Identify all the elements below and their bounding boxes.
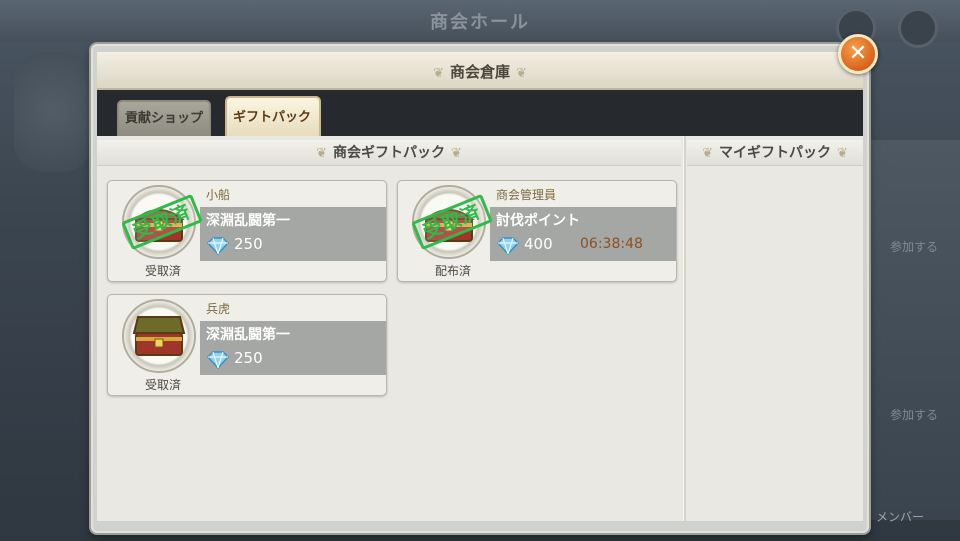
- card-name: 深淵乱闘第一: [206, 327, 290, 343]
- background-crest: [14, 52, 92, 172]
- card-amount: 250: [234, 235, 263, 253]
- card-sender: 小船: [206, 188, 231, 202]
- close-icon: ✕: [848, 41, 868, 66]
- laurel-left-icon: ❦: [702, 146, 713, 161]
- card-status: 受取済: [144, 378, 181, 392]
- diamond-icon: [206, 351, 230, 369]
- background-member-label: メンバー: [876, 510, 925, 524]
- dialog-title: 商会倉庫: [449, 63, 510, 81]
- dialog-title-row: ❦ 商会倉庫 ❦: [97, 61, 863, 82]
- close-button[interactable]: ✕: [838, 34, 878, 74]
- gift-pack-card[interactable]: 受取済 小船 深淵乱闘第一 250 受取済: [107, 180, 387, 282]
- laurel-left-icon: ❦: [316, 146, 327, 161]
- tab-gift-pack-storage[interactable]: ギフトパック倉庫: [225, 96, 321, 165]
- diamond-icon: [206, 237, 230, 255]
- background-side-panel: 参加する 参加する: [866, 140, 960, 520]
- laurel-right-icon: ❦: [837, 146, 848, 161]
- tab-bar: 貢献ショップ ギフトパック倉庫: [97, 90, 863, 165]
- guild-gift-pack-header: ❦ 商会ギフトパック ❦: [97, 140, 681, 166]
- card-name: 討伐ポイント: [496, 213, 580, 229]
- my-gift-pack-header: ❦ マイギフトパック ❦: [687, 140, 863, 166]
- diamond-icon: [496, 237, 520, 255]
- laurel-left-icon: ❦: [433, 66, 444, 81]
- card-name: 深淵乱闘第一: [206, 213, 290, 229]
- my-gift-pack-title: マイギフトパック: [719, 145, 831, 161]
- guild-gift-pack-title: 商会ギフトパック: [333, 145, 445, 161]
- dialog-content: ❦ 商会ギフトパック ❦ ❦ マイギフトパック ❦ 受取済 小船 深淵乱闘第一 250: [97, 136, 863, 521]
- dialog-header: ❦ 商会倉庫 ❦: [97, 52, 863, 90]
- card-timer: 06:38:48: [580, 236, 643, 252]
- guild-storage-dialog: ❦ 商会倉庫 ❦ 貢献ショップ ギフトパック倉庫 ❦ 商会ギフトパック ❦ ❦ マイギフト…: [91, 44, 869, 533]
- background-side-label: 参加する: [889, 408, 938, 422]
- background-side-label: 参加する: [889, 240, 938, 254]
- card-sender: 商会管理員: [496, 188, 557, 202]
- background-title: 商会ホール: [430, 12, 530, 33]
- tab-contribution-shop[interactable]: 貢献ショップ: [117, 100, 211, 136]
- card-amount: 400: [524, 235, 553, 253]
- open-treasure-chest-icon: [132, 316, 186, 356]
- card-amount: 250: [234, 349, 263, 367]
- gift-pack-card[interactable]: 受取済 商会管理員 討伐ポイント 400 06:38:48 配布済: [397, 180, 677, 282]
- card-status: 配布済: [434, 264, 471, 278]
- card-status: 受取済: [144, 264, 181, 278]
- gift-pack-card[interactable]: 兵虎 深淵乱闘第一 250 受取済: [107, 294, 387, 396]
- laurel-right-icon: ❦: [516, 66, 527, 81]
- background-close-icon: [898, 8, 938, 48]
- section-divider: [683, 136, 686, 521]
- card-sender: 兵虎: [206, 302, 231, 316]
- laurel-right-icon: ❦: [451, 146, 462, 161]
